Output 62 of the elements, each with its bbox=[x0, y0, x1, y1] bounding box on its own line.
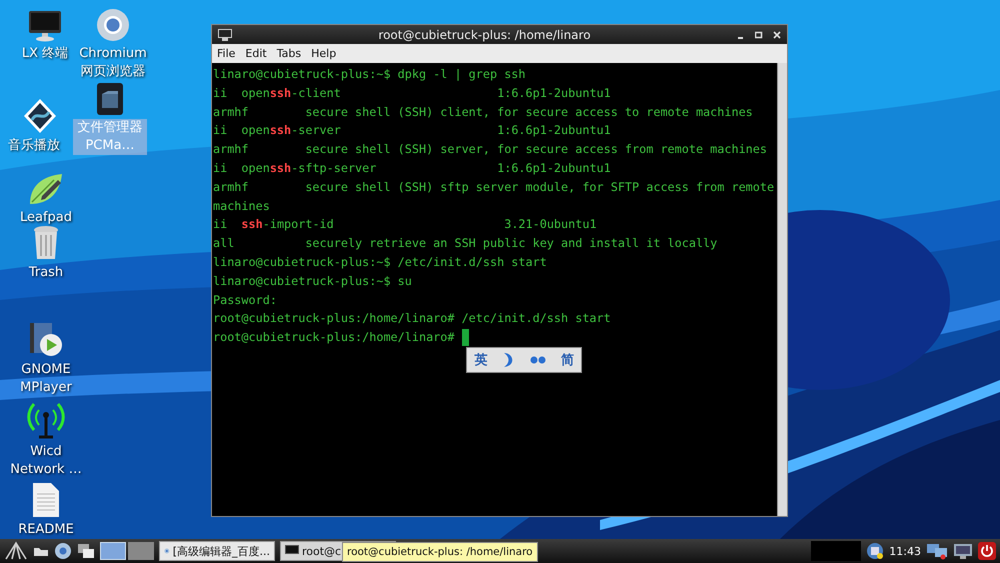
terminal-text: armhf secure shell (SSH) server, for secure access from remote machines bbox=[213, 141, 767, 158]
file-cabinet-icon[interactable] bbox=[96, 82, 124, 116]
terminal-text: all securely retrieve an SSH public key and install it locally bbox=[213, 235, 718, 252]
trash-icon[interactable] bbox=[32, 225, 60, 261]
power-icon[interactable] bbox=[978, 542, 996, 560]
menu-item[interactable]: Edit bbox=[245, 47, 267, 60]
keyboard-input-icon[interactable] bbox=[866, 542, 884, 560]
terminal-text: root@cubietruck-plus:/home/linaro# bbox=[213, 329, 456, 346]
highlighted-match: ssh bbox=[270, 122, 292, 140]
video-play-icon[interactable] bbox=[29, 322, 63, 358]
terminal-text: armhf secure shell (SSH) sftp server module, for SFTP access from remote bbox=[213, 178, 774, 196]
monitor-icon[interactable] bbox=[953, 542, 973, 560]
terminal-text: -client 1:6.6p1-2ubuntu1 bbox=[291, 84, 611, 102]
terminal-text: -import-id 3.21-0ubuntu1 bbox=[262, 216, 597, 234]
icon-label[interactable]: Wicd Network … bbox=[8, 443, 84, 479]
menu-logo-icon[interactable] bbox=[4, 541, 28, 561]
terminal-text: armhf secure shell (SSH) client, for secure access to remote machines bbox=[213, 104, 753, 121]
browser-icon[interactable] bbox=[54, 542, 72, 560]
highlighted-match: ssh bbox=[270, 160, 292, 177]
terminal-text: machines bbox=[213, 198, 270, 215]
folder-icon[interactable] bbox=[33, 545, 49, 557]
tray-area bbox=[811, 541, 862, 561]
terminal-text: linaro@cubietruck-plus:~$ su bbox=[213, 272, 412, 290]
document-icon[interactable] bbox=[32, 482, 60, 518]
menu-item[interactable]: File bbox=[217, 47, 236, 60]
terminal-icon bbox=[218, 28, 232, 40]
maximize-icon[interactable] bbox=[755, 30, 763, 38]
close-icon[interactable] bbox=[773, 30, 781, 38]
monitor-icon[interactable] bbox=[28, 10, 62, 42]
network-icon[interactable] bbox=[926, 542, 948, 560]
terminal-icon bbox=[285, 545, 299, 557]
window-title: root@cubietruck-plus: /home/linaro bbox=[377, 28, 592, 42]
menu-item[interactable]: Help bbox=[311, 47, 336, 60]
tooltip: root@cubietruck-plus: /home/linaro bbox=[342, 542, 538, 562]
terminal-text: -server 1:6.6p1-2ubuntu1 bbox=[291, 122, 611, 140]
dots-icon[interactable] bbox=[530, 355, 546, 365]
highlighted-match: ssh bbox=[241, 216, 263, 234]
icon-label[interactable]: GNOME MPlayer bbox=[8, 361, 84, 397]
terminal-text: linaro@cubietruck-plus:~$ /etc/init.d/ssh start bbox=[213, 254, 547, 271]
clock[interactable]: 11:43 bbox=[889, 544, 921, 558]
terminal-text: -sftp-server 1:6.6p1-2ubuntu1 bbox=[291, 160, 611, 177]
terminal-text: linaro@cubietruck-plus:~$ dpkg -l | grep ssh bbox=[213, 66, 526, 83]
icon-label[interactable]: Trash bbox=[8, 264, 84, 282]
terminal-text: ii open bbox=[213, 84, 270, 102]
language-toggle[interactable]: 英 bbox=[474, 351, 488, 369]
terminal-text: ii open bbox=[213, 122, 270, 140]
leaf-pencil-icon[interactable] bbox=[28, 172, 64, 206]
icon-label[interactable]: README bbox=[8, 521, 84, 539]
wireless-antenna-icon[interactable] bbox=[27, 400, 65, 440]
music-icon[interactable] bbox=[23, 98, 57, 134]
menu-item[interactable]: Tabs bbox=[276, 47, 302, 60]
terminal-text: Password: bbox=[213, 292, 277, 309]
task-button[interactable]: [高级编辑器_百度... bbox=[159, 541, 275, 561]
highlighted-match: ssh bbox=[270, 84, 292, 102]
scrollbar[interactable] bbox=[777, 63, 787, 516]
terminal-text: root@cubietruck-plus:/home/linaro# /etc/init.d/ssh start bbox=[213, 310, 611, 328]
icon-label[interactable]: Leafpad bbox=[8, 209, 84, 227]
windows-icon[interactable] bbox=[77, 543, 95, 559]
terminal-text: ii open bbox=[213, 160, 270, 177]
terminal-text: ii bbox=[213, 216, 228, 234]
script-toggle[interactable]: 简 bbox=[560, 351, 574, 369]
cursor bbox=[462, 329, 469, 346]
